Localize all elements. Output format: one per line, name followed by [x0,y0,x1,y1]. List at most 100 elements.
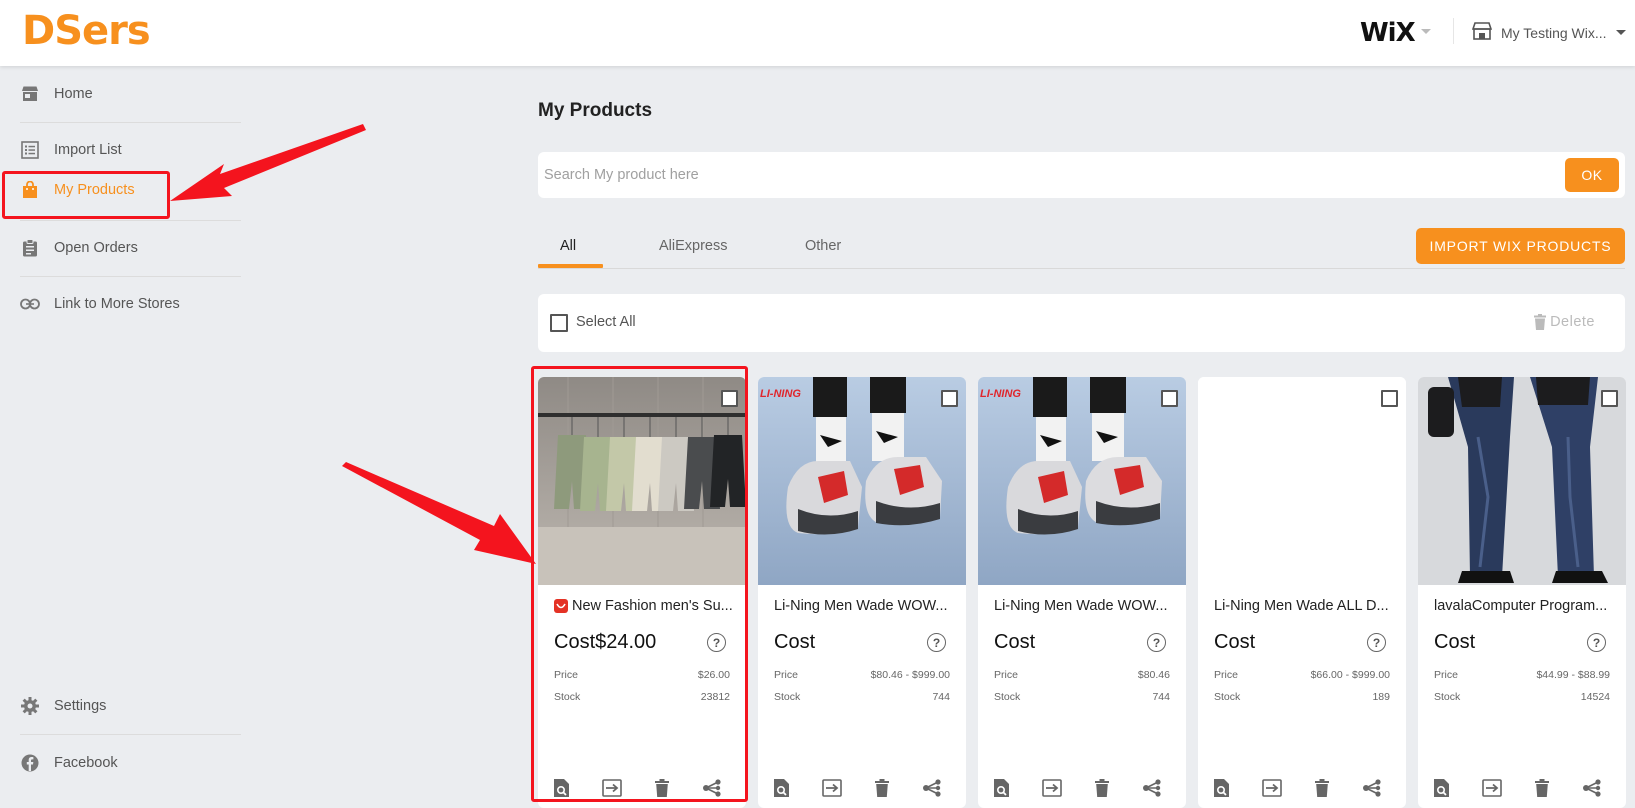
search-doc-icon[interactable] [771,777,793,799]
product-card[interactable]: Li-Ning Men Wade ALL D... Cost ? Price $6… [1198,377,1406,808]
sidebar-item-label: Settings [54,698,107,714]
product-select-checkbox[interactable] [941,390,958,407]
sidebar-item-label: Home [54,86,93,102]
share-icon[interactable] [1141,777,1163,799]
wix-logo[interactable]: WiX [1360,18,1416,48]
sidebar-item-import-list[interactable]: Import List [20,130,241,170]
product-card[interactable]: New Fashion men's Su... Cost$24.00 ? Pri… [538,377,746,808]
price-value: $44.99 - $88.99 [1536,669,1610,681]
tab-all[interactable]: All [560,238,576,254]
product-select-checkbox[interactable] [1601,390,1618,407]
dsers-logo[interactable]: DSers [22,8,151,54]
product-cost: Cost [994,631,1036,653]
stock-value: 744 [932,691,950,703]
product-card[interactable]: LI-NING Li-Ning Men Wade WOW... Cost ? P… [758,377,966,808]
sidebar-item-open-orders[interactable]: Open Orders [20,228,241,268]
search-input[interactable] [538,152,1430,198]
select-all-label[interactable]: Select All [576,314,636,330]
transfer-icon[interactable] [601,777,623,799]
shopping-bag-icon [20,180,40,200]
stock-row: Stock 189 [1214,691,1390,703]
product-select-checkbox[interactable] [1381,390,1398,407]
sidebar-item-my-products[interactable]: My Products [20,170,241,210]
search-doc-icon[interactable] [1431,777,1453,799]
delete-button[interactable]: Delete [1534,314,1595,330]
product-title[interactable]: New Fashion men's Su... [554,598,734,614]
aliexpress-icon [554,599,568,613]
trash-icon[interactable] [651,777,673,799]
search-ok-button[interactable]: OK [1565,158,1619,192]
stock-value: 189 [1372,691,1390,703]
platform-dropdown-caret-icon[interactable] [1421,29,1431,34]
product-cost: Cost [774,631,816,653]
search-doc-icon[interactable] [991,777,1013,799]
help-icon[interactable]: ? [1367,633,1386,652]
top-bar: DSers WiX My Testing Wix... [0,0,1635,66]
stock-value: 744 [1152,691,1170,703]
stock-label: Stock [1434,691,1461,703]
share-icon[interactable] [921,777,943,799]
product-card[interactable]: lavalaComputer Program... Cost ? Price $4… [1418,377,1626,808]
stock-label: Stock [1214,691,1241,703]
link-icon [20,294,40,314]
transfer-icon[interactable] [1261,777,1283,799]
product-image[interactable] [1198,377,1406,585]
product-image[interactable]: LI-NING [978,377,1186,585]
product-title[interactable]: Li-Ning Men Wade WOW... [994,598,1174,614]
help-icon[interactable]: ? [1147,633,1166,652]
stock-value: 23812 [700,691,730,703]
product-image[interactable] [538,377,746,585]
stock-label: Stock [554,691,581,703]
product-image[interactable] [1418,377,1626,585]
share-icon[interactable] [1361,777,1383,799]
sidebar-divider [20,734,241,735]
search-doc-icon[interactable] [1211,777,1233,799]
trash-icon[interactable] [871,777,893,799]
card-actions [978,777,1186,801]
share-icon[interactable] [1581,777,1603,799]
help-icon[interactable]: ? [1587,633,1606,652]
page-title: My Products [538,100,653,121]
transfer-icon[interactable] [1041,777,1063,799]
product-card[interactable]: LI-NING Li-Ning Men Wade WOW... Cost ? P… [978,377,1186,808]
stock-row: Stock 744 [774,691,950,703]
sidebar-item-home[interactable]: Home [20,74,241,114]
product-title-text: Li-Ning Men Wade ALL D... [1214,598,1389,614]
help-icon[interactable]: ? [707,633,726,652]
tab-aliexpress[interactable]: AliExpress [659,238,728,254]
header-divider [1453,18,1454,44]
select-all-checkbox[interactable] [550,314,568,332]
sidebar-item-label: My Products [54,182,135,198]
gear-icon [20,696,40,716]
sidebar-item-label: Link to More Stores [54,296,180,312]
product-title[interactable]: Li-Ning Men Wade WOW... [774,598,954,614]
tab-other[interactable]: Other [805,238,841,254]
delete-label: Delete [1550,314,1595,330]
card-actions [1418,777,1626,801]
search-doc-icon[interactable] [551,777,573,799]
brand-watermark-text: LI-NING [760,388,801,400]
store-name: My Testing Wix... [1501,24,1607,41]
stock-row: Stock 23812 [554,691,730,703]
sidebar-item-facebook[interactable]: Facebook [20,743,241,783]
trash-icon[interactable] [1091,777,1113,799]
product-title-text: Li-Ning Men Wade WOW... [774,598,948,614]
price-label: Price [994,669,1018,681]
trash-icon[interactable] [1311,777,1333,799]
product-select-checkbox[interactable] [1161,390,1178,407]
share-icon[interactable] [701,777,723,799]
import-wix-products-button[interactable]: IMPORT WIX PRODUCTS [1416,228,1625,264]
transfer-icon[interactable] [1481,777,1503,799]
help-icon[interactable]: ? [927,633,946,652]
trash-icon[interactable] [1531,777,1553,799]
store-dropdown-caret-icon [1615,30,1626,35]
store-icon [1471,22,1493,43]
product-title[interactable]: Li-Ning Men Wade ALL D... [1214,598,1394,614]
product-title[interactable]: lavalaComputer Program... [1434,598,1614,614]
product-select-checkbox[interactable] [721,390,738,407]
sidebar-item-settings[interactable]: Settings [20,686,241,726]
sidebar-item-link-to-more-stores[interactable]: Link to More Stores [20,284,241,324]
store-switcher[interactable]: My Testing Wix... [1471,22,1626,43]
product-image[interactable]: LI-NING [758,377,966,585]
transfer-icon[interactable] [821,777,843,799]
